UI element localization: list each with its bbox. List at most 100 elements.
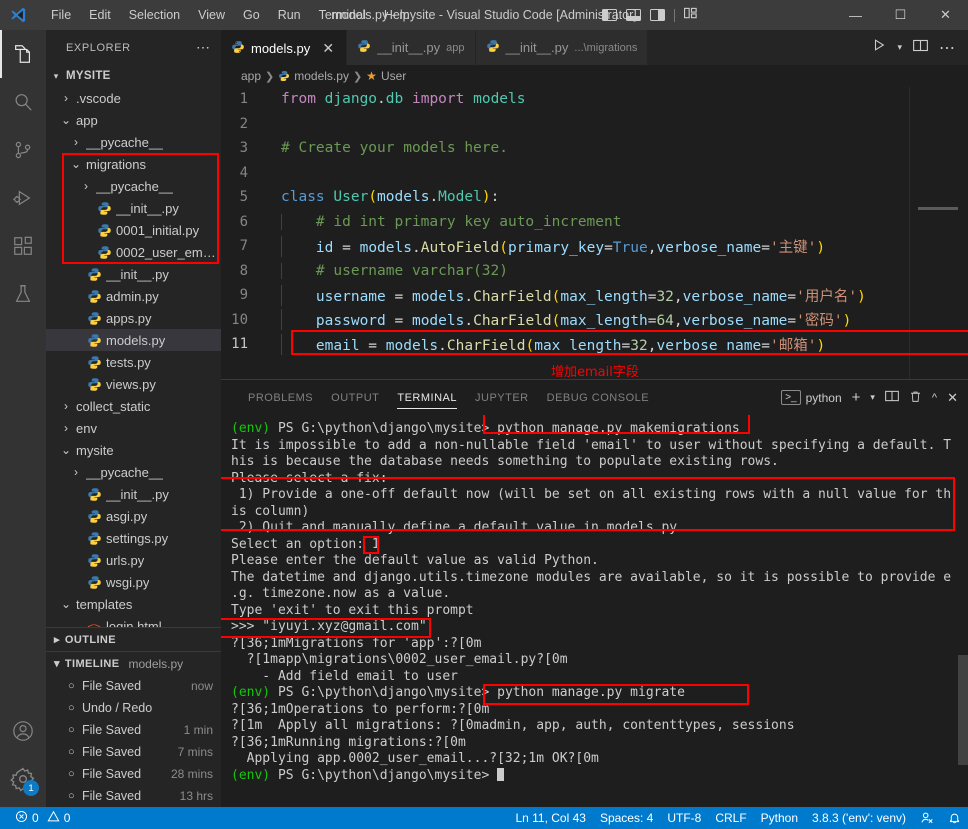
tree-item--init-py[interactable]: __init__.py (46, 197, 221, 219)
activity-source-control-icon[interactable] (0, 126, 46, 174)
tree-item-tests-py[interactable]: tests.py (46, 351, 221, 373)
timeline-item[interactable]: ○ File Saved 28 mins (46, 763, 221, 785)
tab-debug-console[interactable]: DEBUG CONSOLE (538, 380, 658, 415)
run-python-file-icon[interactable] (872, 38, 886, 57)
tree-item-views-py[interactable]: views.py (46, 373, 221, 395)
maximize-panel-icon[interactable]: ^ (932, 392, 937, 404)
code-text: password = models.CharField(max_length=6… (267, 309, 851, 331)
python-file-icon (86, 333, 102, 348)
tab-problems[interactable]: PROBLEMS (239, 380, 322, 415)
tree-item--pycache-[interactable]: › __pycache__ (46, 131, 221, 153)
close-button[interactable]: ✕ (923, 0, 968, 30)
status-cursor-position[interactable]: Ln 11, Col 43 (508, 807, 593, 829)
editor-more-icon[interactable]: ⋯ (939, 38, 956, 58)
activity-testing-icon[interactable] (0, 270, 46, 318)
chevron-down-icon[interactable]: ▾ (897, 42, 902, 53)
timeline-item[interactable]: ○ File Saved 13 hrs (46, 785, 221, 807)
tree-item-collect-static[interactable]: › collect_static (46, 395, 221, 417)
status-language-mode[interactable]: Python (754, 807, 805, 829)
tree-item-app[interactable]: ⌄ app (46, 109, 221, 131)
status-python-interpreter[interactable]: 3.8.3 ('env': venv) (805, 807, 913, 829)
tree-item-login-html[interactable]: <> login.html (46, 615, 221, 628)
toggle-primary-sidebar-icon[interactable] (602, 9, 617, 21)
tree-item-env[interactable]: › env (46, 417, 221, 439)
toggle-panel-icon[interactable] (626, 9, 641, 21)
timeline-item[interactable]: ○ File Saved now (46, 675, 221, 697)
tree-item--init-py[interactable]: __init__.py (46, 263, 221, 285)
minimize-button[interactable]: — (833, 0, 878, 30)
tree-item--pycache-[interactable]: › __pycache__ (46, 461, 221, 483)
activity-explorer-icon[interactable] (0, 30, 46, 78)
outline-section[interactable]: ▸ OUTLINE (46, 627, 221, 651)
menu-selection[interactable]: Selection (120, 5, 189, 25)
maximize-button[interactable]: ☐ (878, 0, 923, 30)
menu-run[interactable]: Run (269, 5, 310, 25)
code-editor[interactable]: 1 from django.db import models 2 3 # Create … (221, 87, 968, 379)
tab-init-py-app[interactable]: __init__.py app (347, 30, 476, 65)
status-eol[interactable]: CRLF (708, 807, 753, 829)
tree-item-migrations[interactable]: ⌄ migrations (46, 153, 221, 175)
status-encoding[interactable]: UTF-8 (660, 807, 708, 829)
breadcrumb-symbol[interactable]: User (381, 69, 406, 83)
explorer-more-icon[interactable]: ⋯ (196, 39, 215, 56)
live-share-icon[interactable] (913, 807, 941, 829)
kill-terminal-icon[interactable] (909, 390, 922, 406)
tree-item-0002-user-email-py[interactable]: 0002_user_email.py (46, 241, 221, 263)
settings-gear-icon[interactable]: 1 (0, 755, 46, 803)
customize-layout-icon[interactable] (683, 7, 699, 23)
menu-help[interactable]: Help (375, 5, 419, 25)
tree-item-settings-py[interactable]: settings.py (46, 527, 221, 549)
tree-item-templates[interactable]: ⌄ templates (46, 593, 221, 615)
activity-search-icon[interactable] (0, 78, 46, 126)
split-editor-icon[interactable] (913, 39, 928, 57)
menu-go[interactable]: Go (234, 5, 269, 25)
terminal-scrollbar[interactable] (958, 655, 968, 765)
tab-terminal[interactable]: TERMINAL (388, 380, 466, 415)
timeline-item-label: File Saved (82, 789, 142, 803)
tree-root-mysite[interactable]: ▾ MYSITE (46, 65, 221, 87)
chevron-down-icon[interactable]: ▾ (870, 392, 875, 403)
menu-view[interactable]: View (189, 5, 234, 25)
activity-run-debug-icon[interactable] (0, 174, 46, 222)
tree-item-admin-py[interactable]: admin.py (46, 285, 221, 307)
close-panel-icon[interactable]: ✕ (947, 390, 958, 406)
tree-item-asgi-py[interactable]: asgi.py (46, 505, 221, 527)
timeline-section[interactable]: ▾ TIMELINE models.py (46, 651, 221, 675)
activity-extensions-icon[interactable] (0, 222, 46, 270)
warning-icon (47, 810, 60, 826)
split-terminal-icon[interactable] (885, 390, 899, 405)
toggle-secondary-sidebar-icon[interactable] (650, 9, 665, 21)
accounts-icon[interactable] (0, 707, 46, 755)
tab-close-icon[interactable]: ✕ (320, 40, 336, 57)
tree-item-wsgi-py[interactable]: wsgi.py (46, 571, 221, 593)
timeline-item[interactable]: ○ File Saved 1 min (46, 719, 221, 741)
notifications-bell-icon[interactable] (941, 807, 968, 829)
terminal-output[interactable]: (env) PS G:\python\django\mysite> python… (221, 415, 968, 807)
menu-file[interactable]: File (42, 5, 80, 25)
tree-item--vscode[interactable]: › .vscode (46, 87, 221, 109)
tree-item-models-py[interactable]: models.py (46, 329, 221, 351)
breadcrumb-file[interactable]: models.py (294, 69, 349, 83)
chevron-right-icon: › (84, 179, 88, 193)
menu-terminal[interactable]: Terminal (310, 5, 375, 25)
menu-edit[interactable]: Edit (80, 5, 120, 25)
tab-label: __init__.py (377, 40, 441, 55)
tree-item--pycache-[interactable]: › __pycache__ (46, 175, 221, 197)
status-problems[interactable]: 0 0 (8, 807, 77, 829)
tree-item-0001-initial-py[interactable]: 0001_initial.py (46, 219, 221, 241)
status-indentation[interactable]: Spaces: 4 (593, 807, 660, 829)
breadcrumb-app[interactable]: app (241, 69, 261, 83)
tree-item-apps-py[interactable]: apps.py (46, 307, 221, 329)
terminal-selector[interactable]: >_ python (781, 390, 842, 405)
tree-item--init-py[interactable]: __init__.py (46, 483, 221, 505)
tree-item-urls-py[interactable]: urls.py (46, 549, 221, 571)
terminal-line: Please enter the default value as valid … (231, 553, 599, 568)
timeline-item[interactable]: ○ File Saved 7 mins (46, 741, 221, 763)
tab-init-py-migrations[interactable]: __init__.py ...\migrations (475, 30, 649, 65)
tab-jupyter[interactable]: JUPYTER (466, 380, 538, 415)
tab-output[interactable]: OUTPUT (322, 380, 388, 415)
timeline-item[interactable]: ○ Undo / Redo (46, 697, 221, 719)
tree-item-mysite[interactable]: ⌄ mysite (46, 439, 221, 461)
tab-models-py[interactable]: models.py ✕ (221, 30, 348, 65)
new-terminal-icon[interactable]: + (852, 389, 861, 406)
